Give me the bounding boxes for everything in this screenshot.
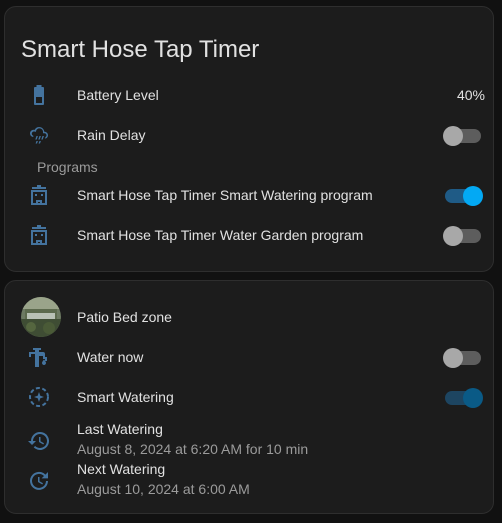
smart-watering-icon [27,385,51,409]
rain-delay-toggle[interactable] [443,126,481,146]
water-now-toggle[interactable] [443,348,481,368]
program-label: Smart Hose Tap Timer Water Garden progra… [77,227,364,243]
smart-watering-label: Smart Watering [77,389,174,405]
water-pump-icon [27,345,51,369]
clock-next-icon [27,469,51,493]
water-now-label: Water now [77,349,144,365]
last-watering-label: Last Watering [77,421,163,437]
card-title: Smart Hose Tap Timer [21,36,260,63]
last-watering-value: August 8, 2024 at 6:20 AM for 10 min [77,441,309,457]
program-icon [27,183,51,207]
next-watering-row[interactable]: Next Watering August 10, 2024 at 6:00 AM [5,459,493,499]
program-row-water-garden[interactable]: Smart Hose Tap Timer Water Garden progra… [5,215,493,255]
program-toggle[interactable] [443,226,481,246]
rain-delay-row[interactable]: Rain Delay [5,115,493,155]
program-toggle[interactable] [445,186,483,206]
battery-icon [27,83,51,107]
zone-card: Patio Bed zone Water now Smart Watering … [4,280,494,514]
battery-label: Battery Level [77,87,159,103]
program-row-smart-watering[interactable]: Smart Hose Tap Timer Smart Watering prog… [5,175,493,215]
zone-name: Patio Bed zone [77,309,172,325]
history-icon [27,429,51,453]
program-icon [27,223,51,247]
water-now-row[interactable]: Water now [5,337,493,377]
last-watering-row[interactable]: Last Watering August 8, 2024 at 6:20 AM … [5,419,493,459]
smart-watering-row[interactable]: Smart Watering [5,377,493,417]
next-watering-value: August 10, 2024 at 6:00 AM [77,481,250,497]
next-watering-label: Next Watering [77,461,166,477]
weather-rainy-icon [27,123,51,147]
battery-row[interactable]: Battery Level 40% [5,75,493,115]
timer-card: Smart Hose Tap Timer Battery Level 40% R… [4,6,494,272]
program-label: Smart Hose Tap Timer Smart Watering prog… [77,187,373,203]
rain-delay-label: Rain Delay [77,127,146,143]
zone-avatar [21,297,61,337]
programs-header: Programs [37,159,98,175]
smart-watering-toggle[interactable] [445,388,483,408]
battery-value: 40% [456,87,485,103]
